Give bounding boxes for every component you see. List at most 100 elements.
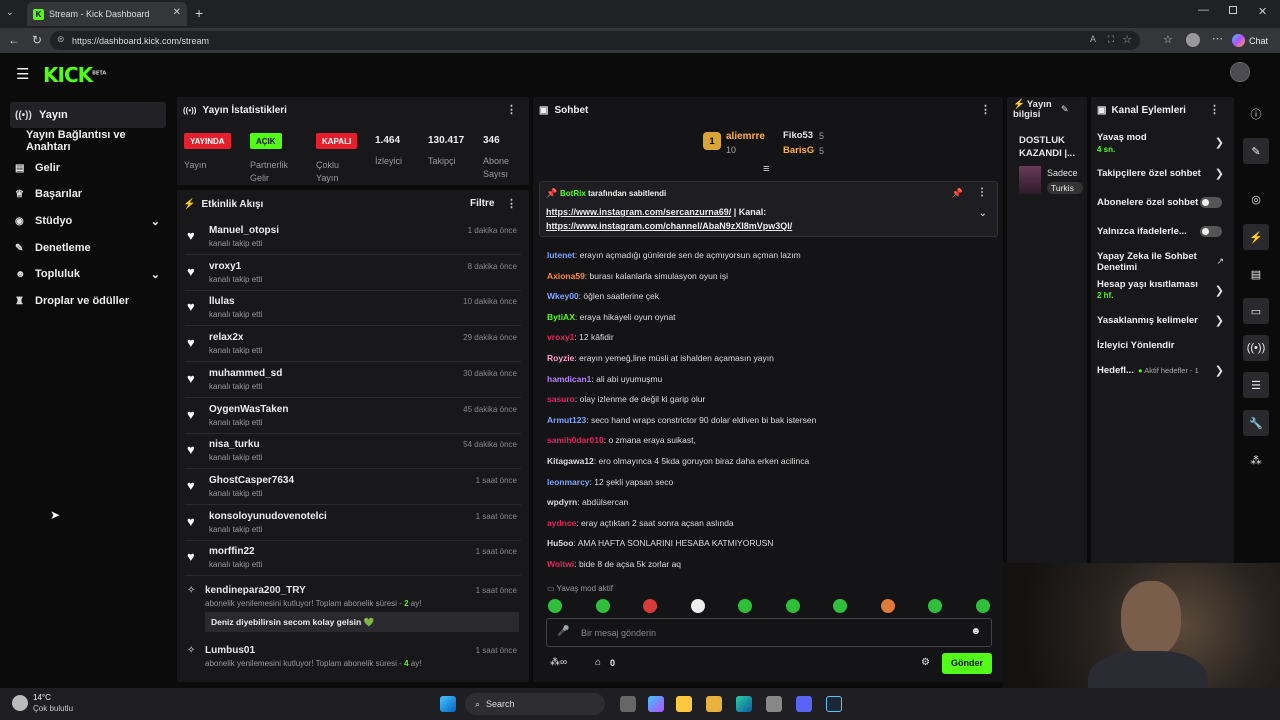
activity-username[interactable]: morffin22 (209, 546, 255, 557)
browser-tab[interactable]: K Stream - Kick Dashboard ✕ (27, 2, 187, 26)
windows-start-icon[interactable] (440, 696, 456, 712)
pinned-message[interactable]: 📌 BotRix tarafından sabitlendi 📌 ⋮ ⌄ htt… (539, 181, 998, 237)
account-age-row[interactable]: Hesap yaşı kısıtlaması 2 hf. ❯ (1091, 279, 1234, 303)
activity-username[interactable]: llulas (209, 296, 235, 307)
discord-icon[interactable] (796, 696, 812, 712)
chat-username[interactable]: wpdyrn (547, 497, 577, 507)
chat-username[interactable]: BytiAX (547, 312, 575, 322)
user-avatar[interactable] (1230, 62, 1250, 82)
unpin-icon[interactable]: 📌 (952, 188, 963, 199)
chat-username[interactable]: Kitagawa12 (547, 456, 594, 466)
back-icon[interactable]: ← (8, 33, 20, 47)
favorites-icon[interactable]: ☆ (1163, 33, 1173, 46)
tab-list-icon[interactable]: ⌄ (6, 7, 20, 21)
pinned-link[interactable]: https://www.instagram.com/sercanzurna69/ (546, 207, 731, 217)
points-rail-icon[interactable]: ⁂ (1243, 447, 1269, 473)
sidebar-item-denetleme[interactable]: ✎ Denetleme (10, 235, 166, 261)
emote-icon[interactable] (643, 599, 657, 613)
activity-username[interactable]: GhostCasper7634 (209, 475, 294, 486)
points-icon[interactable]: ⁂∞ (550, 657, 567, 668)
url-field[interactable]: ⊜ https://dashboard.kick.com/stream A ⛶ … (50, 31, 1140, 50)
close-window-icon[interactable]: ✕ (1258, 5, 1267, 18)
emote-only-toggle[interactable] (1200, 226, 1222, 237)
emote-icon[interactable] (975, 599, 990, 613)
chat-rail-icon[interactable]: ▭ (1243, 298, 1269, 324)
chat-input[interactable]: 🎤 Bir mesaj gönderin ☻ (546, 618, 992, 647)
broadcast-rail-icon[interactable]: ((•)) (1243, 335, 1269, 361)
slow-mode-row[interactable]: Yavaş mod 4 sn. ❯ (1091, 132, 1234, 158)
task-view-icon[interactable] (620, 696, 636, 712)
activity-username[interactable]: relax2x (209, 332, 243, 343)
ai-moderation-row[interactable]: Yapay Zeka ile Sohbet Denetimi ↗ (1091, 251, 1234, 275)
emoji-icon[interactable]: ☻ (970, 626, 981, 637)
files-icon[interactable] (706, 696, 722, 712)
emote-icon[interactable] (880, 599, 895, 613)
chat-username[interactable]: lutenet (547, 250, 575, 260)
emote-icon[interactable] (548, 599, 562, 613)
emote-only-row[interactable]: Yalnızca ifadelerle... (1091, 225, 1234, 241)
weather-icon[interactable] (12, 695, 28, 711)
chat-username[interactable]: vroxy1 (547, 332, 574, 342)
sidebar-item-yayin[interactable]: ((•)) Yayın (10, 102, 166, 128)
emote-icon[interactable] (738, 599, 752, 613)
chat-username[interactable]: leonmarcy (547, 477, 590, 487)
activity-username[interactable]: Manuel_otopsi (209, 225, 279, 236)
camera-rail-icon[interactable]: ◎ (1243, 186, 1269, 212)
menu-icon[interactable]: ⋯ (1212, 32, 1223, 45)
chat-username[interactable]: Armut123 (547, 415, 586, 425)
taskbar-search[interactable]: ⌕ Search (465, 693, 605, 715)
mic-icon[interactable]: 🎤 (557, 626, 569, 637)
chat-username[interactable]: hamdican1 (547, 374, 591, 384)
emote-icon[interactable] (785, 599, 800, 613)
filter-button[interactable]: Filtre (470, 198, 494, 209)
send-button[interactable]: Gönder (942, 653, 992, 674)
emote-icon[interactable] (833, 599, 847, 613)
chat-username[interactable]: Axiona59 (547, 271, 585, 281)
panel-menu-icon[interactable]: ⋮ (506, 197, 517, 210)
followers-only-row[interactable]: Takipçilere özel sohbet ❯ (1091, 167, 1234, 185)
sidebar-item-droplar[interactable]: ♜ Droplar ve ödüller (10, 288, 166, 314)
info-rail-icon[interactable]: ⓘ (1243, 101, 1269, 127)
profile-avatar[interactable] (1186, 33, 1200, 47)
banned-words-row[interactable]: Yasaklanmış kelimeler ❯ (1091, 314, 1234, 330)
store-icon[interactable]: ⌂ (595, 657, 601, 668)
chat-username[interactable]: samih0dar010 (547, 435, 604, 445)
pinned-link[interactable]: https://www.instagram.com/channel/AbaN9z… (546, 221, 792, 231)
extensions-icon[interactable]: ⛶ (1108, 34, 1114, 45)
pencil-rail-icon[interactable]: ✎ (1243, 138, 1269, 164)
panel-menu-icon[interactable]: ⋮ (1209, 103, 1220, 116)
pinned-menu-icon[interactable]: ⋮ (977, 187, 987, 198)
sidebar-item-studyo[interactable]: ◉ Stüdyo ⌄ (10, 208, 166, 234)
favorite-icon[interactable]: ☆ (1122, 33, 1132, 46)
document-rail-icon[interactable]: ▤ (1243, 261, 1269, 287)
read-aloud-icon[interactable]: A (1090, 34, 1096, 44)
panel-menu-icon[interactable]: ⋮ (506, 103, 517, 116)
minimize-icon[interactable]: — (1198, 4, 1209, 16)
emote-icon[interactable] (595, 599, 610, 613)
wrench-rail-icon[interactable]: 🔧 (1243, 410, 1269, 436)
new-tab-icon[interactable]: + (195, 5, 203, 21)
activity-username[interactable]: konsoloyunudovenotelci (209, 511, 327, 522)
restore-icon[interactable] (1229, 6, 1237, 14)
goals-row[interactable]: Hedefl... ● Aktif hedefler - 1 ❯ (1091, 364, 1234, 380)
site-info-icon[interactable]: ⊜ (57, 34, 65, 45)
chat-username[interactable]: sasuro (547, 394, 575, 404)
emote-icon[interactable] (690, 599, 705, 613)
expand-leaderboard-icon[interactable]: ≡ (763, 163, 769, 175)
lightning-rail-icon[interactable]: ⚡ (1243, 224, 1269, 250)
activity-username[interactable]: vroxy1 (209, 261, 241, 272)
emote-icon[interactable] (928, 599, 942, 613)
close-tab-icon[interactable]: ✕ (173, 7, 181, 18)
sidebar-item-stream-key[interactable]: Yayın Bağlantısı ve Anahtarı (26, 128, 172, 154)
copilot-taskbar-icon[interactable] (648, 696, 664, 712)
sidebar-item-basarilar[interactable]: ♕ Başarılar (10, 181, 166, 207)
activity-username[interactable]: OygenWasTaken (209, 404, 288, 415)
steam-like-icon[interactable] (766, 696, 782, 712)
chat-settings-icon[interactable]: ⚙ (921, 657, 930, 668)
copilot-chat-button[interactable]: Chat (1232, 32, 1268, 49)
hamburger-menu-icon[interactable]: ☰ (16, 65, 29, 83)
sidebar-item-gelir[interactable]: ▤ Gelir (10, 155, 166, 181)
activity-username[interactable]: nisa_turku (209, 439, 260, 450)
edge-icon[interactable] (736, 696, 752, 712)
subs-only-row[interactable]: Abonelere özel sohbet (1091, 196, 1234, 212)
